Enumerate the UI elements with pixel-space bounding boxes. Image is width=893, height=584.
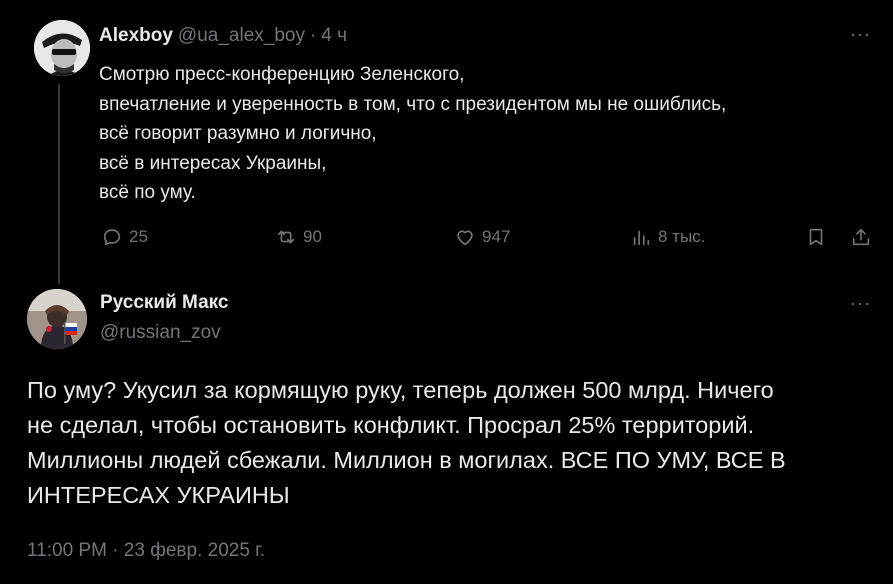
author-handle[interactable]: @russian_zov <box>100 322 221 344</box>
repost-icon <box>277 230 295 244</box>
bookmark-button[interactable] <box>805 226 827 248</box>
heart-icon <box>457 230 473 246</box>
avatar[interactable] <box>27 289 87 349</box>
author-handle[interactable]: @ua_alex_boy <box>178 25 305 47</box>
share-icon <box>852 228 870 246</box>
reply-button[interactable]: 25 <box>101 226 148 248</box>
separator: · <box>309 25 317 46</box>
like-button[interactable]: 947 <box>454 226 510 248</box>
author-name[interactable]: Русский Макс <box>100 292 229 314</box>
text-line: ИНТЕРЕСАХ УКРАИНЫ <box>27 482 290 508</box>
text-line: не сделал, чтобы остановить конфликт. Пр… <box>27 412 755 438</box>
text-line: Смотрю пресс-конференцию Зеленского, <box>99 64 465 85</box>
parent-text: Смотрю пресс-конференцию Зеленского, впе… <box>99 60 869 208</box>
thread-connector <box>58 84 60 284</box>
more-options-icon[interactable]: ··· <box>850 293 871 314</box>
text-line: Миллионы людей сбежали. Миллион в могила… <box>27 447 786 473</box>
text-line: всё по уму. <box>99 182 196 203</box>
views-count: 8 тыс. <box>658 227 706 246</box>
avatar[interactable] <box>34 20 90 76</box>
bar-chart-icon <box>633 230 650 246</box>
share-button[interactable] <box>850 226 872 248</box>
text-line: всё в интересах Украины, <box>99 152 327 174</box>
repost-count: 90 <box>303 227 322 246</box>
like-count: 947 <box>482 227 511 246</box>
post-time[interactable]: 4 ч <box>321 25 347 47</box>
text-line: По уму? Укусил за кормящую руку, теперь … <box>27 377 774 403</box>
repost-button[interactable]: 90 <box>275 226 322 248</box>
reply-count: 25 <box>129 227 148 246</box>
post-timestamp[interactable]: 11:00 PM · 23 февр. 2025 г. <box>27 540 265 562</box>
text-line: всё говорит разумно и логично, <box>99 123 377 144</box>
author-name[interactable]: Alexboy <box>99 25 173 47</box>
parent-header: Alexboy @ua_alex_boy · 4 ч <box>99 25 347 47</box>
text-line: впечатление и уверенность в том, что с п… <box>99 93 727 115</box>
main-text: По уму? Укусил за кормящую руку, теперь … <box>27 373 867 513</box>
views-button[interactable]: 8 тыс. <box>630 226 705 248</box>
reply-icon <box>103 229 121 246</box>
more-options-icon[interactable]: ··· <box>850 24 871 45</box>
bookmark-icon <box>809 228 823 246</box>
